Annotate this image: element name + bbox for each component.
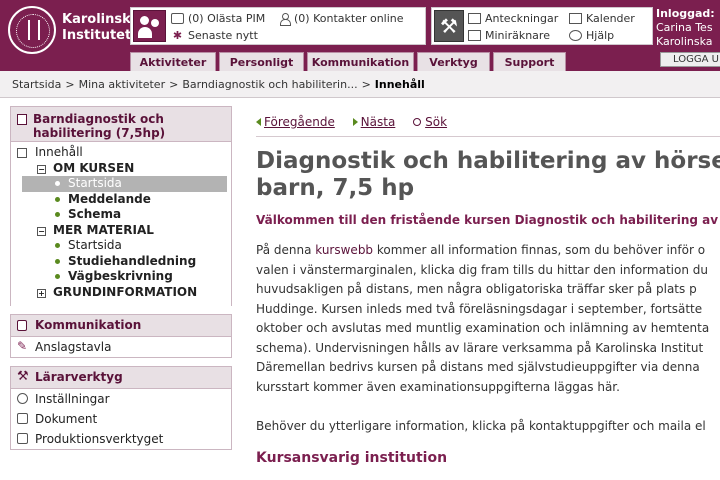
breadcrumb-course[interactable]: Barndiagnostik och habiliterin... <box>182 78 357 91</box>
notes-link[interactable]: Anteckningar <box>468 12 558 25</box>
unread-pim-label: (0) Olästa PIM <box>188 12 266 25</box>
course-description: På denna kurswebb kommer all information… <box>256 243 710 394</box>
notes-label: Anteckningar <box>485 12 559 25</box>
tree-group-mer-material[interactable]: − MER MATERIAL <box>11 223 231 239</box>
calendar-link[interactable]: Kalender <box>569 12 635 25</box>
content-tree: Innehåll − OM KURSEN Startsida Meddeland… <box>10 142 232 306</box>
help-link[interactable]: Hjälp <box>569 29 614 42</box>
breadcrumb: Startsida > Mina aktiviteter > Barndiagnosti… <box>0 71 720 98</box>
breadcrumb-current: Innehåll <box>374 78 425 91</box>
expand-icon[interactable]: + <box>37 288 46 298</box>
collapse-icon[interactable]: − <box>37 164 46 174</box>
arrow-right-icon <box>352 118 358 126</box>
calculator-link[interactable]: Miniräknare <box>468 29 550 42</box>
bullet-icon <box>55 212 60 217</box>
sidebar: Barndiagnostik och habilitering (7,5hp) … <box>10 106 232 480</box>
help-icon <box>569 30 582 41</box>
divider <box>256 136 720 137</box>
section-heading: Kursansvarig institution <box>256 450 448 466</box>
contacts-icon[interactable] <box>133 10 166 42</box>
arrow-left-icon <box>256 118 261 126</box>
search-icon <box>413 118 422 126</box>
sidebar-item-installningar[interactable]: Inställningar <box>11 389 231 409</box>
tools-panel: ⚒ Anteckningar Kalender Miniräknare Hjäl… <box>431 7 653 45</box>
calculator-label: Miniräknare <box>485 29 550 42</box>
document-icon <box>17 148 27 158</box>
message-icon <box>171 13 184 24</box>
document-icon <box>17 413 28 424</box>
communication-section: Kommunikation ✎ Anslagstavla <box>10 314 232 358</box>
bullet-icon <box>55 274 60 279</box>
previous-link[interactable]: Föregående <box>256 115 335 129</box>
tree-innehall[interactable]: Innehåll <box>11 145 231 161</box>
tree-item-schema[interactable]: Schema <box>11 207 231 223</box>
intro-heading: Välkommen till den fristående kursen Dia… <box>256 213 720 227</box>
teacher-tools-section: ⚒ Lärarverktyg Inställningar Dokument Pr… <box>10 366 232 450</box>
contacts-online-link[interactable]: (0) Kontakter online <box>279 12 404 26</box>
sidebar-item-produktionsverktyget[interactable]: Produktionsverktyget <box>11 429 231 449</box>
login-user-name: Carina Tes <box>656 21 713 34</box>
tree-item-vagbeskrivning[interactable]: Vägbeskrivning <box>11 269 231 285</box>
course-icon <box>17 114 27 125</box>
collapse-icon[interactable]: − <box>37 226 46 236</box>
tree-item-studiehandledning[interactable]: Studiehandledning <box>11 254 231 270</box>
star-icon: ✱ <box>172 29 183 42</box>
tree-group-grundinformation[interactable]: + GRUNDINFORMATION <box>11 285 231 301</box>
kurswebb-link[interactable]: kurswebb <box>315 243 373 257</box>
main-content: Föregående Nästa Sök Diagnostik och habi… <box>256 106 720 480</box>
breadcrumb-startsida[interactable]: Startsida <box>12 78 61 91</box>
next-link[interactable]: Nästa <box>352 115 395 129</box>
edit-icon <box>17 433 28 444</box>
contacts-online-label: (0) Kontakter online <box>294 12 404 25</box>
calculator-icon <box>468 30 481 41</box>
tab-verktyg[interactable]: Verktyg <box>417 52 490 71</box>
login-panel: Inloggad: Carina Tes Karolinska LOGGA U <box>656 7 720 67</box>
pim-panel: (0) Olästa PIM (0) Kontakter online ✱ Se… <box>130 7 426 45</box>
tree-item-meddelande[interactable]: Meddelande <box>11 192 231 208</box>
tab-kommunikation[interactable]: Kommunikation <box>307 52 414 71</box>
tab-support[interactable]: Support <box>493 52 566 71</box>
course-title[interactable]: Barndiagnostik och habilitering (7,5hp) <box>10 106 232 142</box>
login-heading: Inloggad: <box>656 7 715 20</box>
bullet-icon <box>55 243 60 248</box>
page-navigation: Föregående Nästa Sök <box>256 115 461 131</box>
tree-item-startsida-2[interactable]: Startsida <box>11 238 231 254</box>
login-org: Karolinska <box>656 35 713 48</box>
tab-aktiviteter[interactable]: Aktiviteter <box>130 52 216 71</box>
gear-icon <box>17 393 28 404</box>
latest-news-label: Senaste nytt <box>188 29 258 42</box>
ki-seal-icon <box>8 6 56 54</box>
ki-logo-text: Karolinska Institutet <box>62 12 140 43</box>
bullet-icon <box>55 181 60 186</box>
calendar-label: Kalender <box>586 12 635 25</box>
chat-icon <box>17 320 27 331</box>
top-header: Karolinska Institutet (0) Olästa PIM (0)… <box>0 0 720 71</box>
help-label: Hjälp <box>586 29 615 42</box>
search-link[interactable]: Sök <box>413 115 447 129</box>
notes-icon <box>468 13 481 24</box>
tools-icon[interactable]: ⚒ <box>434 10 464 42</box>
bullet-icon <box>55 258 60 264</box>
latest-news-link[interactable]: ✱ Senaste nytt <box>171 29 258 42</box>
pin-icon: ✎ <box>17 339 28 353</box>
tab-personligt[interactable]: Personligt <box>219 52 304 71</box>
logout-button[interactable]: LOGGA U <box>660 52 720 67</box>
breadcrumb-mina-aktiviteter[interactable]: Mina aktiviteter <box>79 78 166 91</box>
calendar-icon <box>569 13 582 24</box>
teacher-tools-header[interactable]: ⚒ Lärarverktyg <box>10 366 232 389</box>
tree-group-om-kursen[interactable]: − OM KURSEN <box>11 161 231 177</box>
ki-logo[interactable]: Karolinska Institutet <box>8 6 140 56</box>
main-nav: Aktiviteter Personligt Kommunikation Ver… <box>130 52 566 71</box>
page-title: Diagnostik och habilitering av hörse bar… <box>256 148 720 201</box>
sidebar-item-dokument[interactable]: Dokument <box>11 409 231 429</box>
unread-pim-link[interactable]: (0) Olästa PIM <box>171 12 265 25</box>
bullet-icon <box>55 196 60 202</box>
communication-header[interactable]: Kommunikation <box>10 314 232 337</box>
tree-item-startsida[interactable]: Startsida <box>22 176 227 192</box>
contact-info-text: Behöver du ytterligare information, klic… <box>256 419 706 433</box>
wrench-icon: ⚒ <box>17 369 29 384</box>
person-icon <box>279 13 291 26</box>
sidebar-item-anslagstavla[interactable]: ✎ Anslagstavla <box>11 337 231 357</box>
